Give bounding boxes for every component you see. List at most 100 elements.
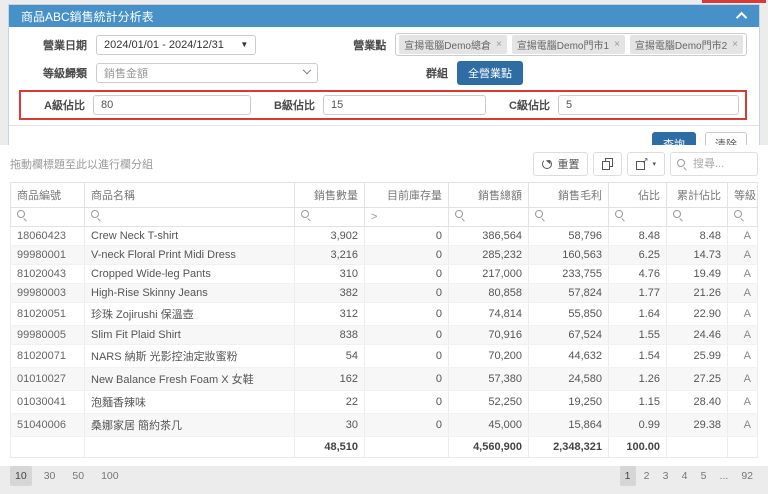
page-size-option[interactable]: 100	[96, 466, 124, 486]
search-icon	[91, 210, 102, 221]
page-number[interactable]: 1	[619, 466, 636, 486]
all-business-points-button[interactable]: 全營業點	[457, 61, 523, 85]
table-row[interactable]: 01030041 泡麵香辣味 22 0 52,250 19,250 1.15 28.40 A	[10, 390, 758, 414]
caret-down-icon: ▾	[652, 161, 656, 168]
table-row[interactable]: 99980001 V-neck Floral Print Midi Dress 3,…	[10, 245, 758, 265]
business-date-select[interactable]: 2024/01/01 - 2024/12/31 ▼	[96, 34, 257, 55]
cell: 160,563	[528, 245, 609, 265]
copy-button[interactable]	[593, 152, 623, 176]
cell: 80,858	[448, 283, 529, 303]
cell: 44,632	[528, 344, 609, 368]
cell: 99980003	[10, 283, 85, 303]
column-header[interactable]: 累計佔比	[666, 182, 728, 208]
cell: 52,250	[448, 390, 529, 414]
x-icon[interactable]: ×	[496, 39, 502, 50]
column-header[interactable]: 銷售毛利	[528, 182, 609, 208]
column-filter[interactable]	[84, 207, 295, 227]
page-number[interactable]: 92	[736, 466, 758, 486]
cell: 8.48	[666, 226, 728, 246]
business-point-tag: 宣揚電腦Demo門市1 ×	[511, 35, 625, 54]
table-row[interactable]: 81020071 NARS 納斯 光影控油定妝蜜粉 54 0 70,200 44,632 1…	[10, 344, 758, 368]
table-row[interactable]: 18060423 Crew Neck T-shirt 3,902 0 386,564 58…	[10, 226, 758, 246]
cell: 1.54	[608, 344, 667, 368]
cell: 桑娜家居 簡約茶几	[84, 413, 295, 437]
page-number[interactable]: 5	[696, 466, 712, 486]
business-date-label: 營業日期	[43, 39, 87, 52]
column-header[interactable]: 銷售數量	[294, 182, 365, 208]
page-title: 商品ABC銷售統計分析表	[21, 9, 154, 24]
page-number[interactable]: 2	[639, 466, 655, 486]
page-size-option[interactable]: 30	[39, 466, 61, 486]
column-header[interactable]: 佔比	[608, 182, 667, 208]
total-cell	[727, 436, 758, 458]
cell: 18060423	[10, 226, 85, 246]
total-cell	[364, 436, 449, 458]
products-table: 商品編號 商品名稱 銷售數量 目前庫存量 銷售總額 銷售毛利 佔比 累計佔比 等級 > 1806…	[10, 182, 758, 458]
b-ratio-input[interactable]	[323, 95, 486, 115]
cell: 01030041	[10, 390, 85, 414]
grid-search[interactable]	[670, 152, 758, 176]
cell: 29.38	[666, 413, 728, 437]
cell: 233,755	[528, 264, 609, 284]
column-filter[interactable]	[10, 207, 85, 227]
cell: 0	[364, 413, 449, 437]
pagination: 1 2 3 4 5... 92	[617, 466, 758, 486]
page-number[interactable]: 3	[658, 466, 674, 486]
column-filter[interactable]	[528, 207, 609, 227]
page-size-selector: 10 30 50 100	[10, 466, 131, 486]
level-classification-select[interactable]: 銷售金額	[96, 63, 318, 83]
page-size-option[interactable]: 10	[10, 466, 32, 486]
cell: 162	[294, 367, 365, 391]
reset-button[interactable]: 重置	[533, 152, 589, 176]
reset-label: 重置	[557, 159, 580, 171]
column-filter[interactable]	[294, 207, 365, 227]
cell: 0	[364, 245, 449, 265]
cell: 22	[294, 390, 365, 414]
cell: 310	[294, 264, 365, 284]
cell: 57,824	[528, 283, 609, 303]
page-number[interactable]: 4	[677, 466, 693, 486]
refresh-icon	[542, 159, 553, 169]
table-filter-row: >	[10, 207, 758, 227]
table-row[interactable]: 81020051 珍珠 Zojirushi 保溫壺 312 0 74,814 55,850…	[10, 302, 758, 326]
data-grid: 拖動欄標題至此以進行欄分組 重置 ▾ 商品編號商品名稱銷售數量目前庫存量銷售總額…	[0, 145, 768, 486]
column-filter[interactable]	[727, 207, 758, 227]
table-row[interactable]: 01010027 New Balance Fresh Foam X 女鞋 162 0 5…	[10, 367, 758, 391]
column-header[interactable]: 商品名稱	[84, 182, 295, 208]
column-filter[interactable]	[666, 207, 728, 227]
page-size-option[interactable]: 50	[67, 466, 89, 486]
x-icon[interactable]: ×	[732, 39, 738, 50]
c-ratio-input[interactable]	[558, 95, 739, 115]
search-icon	[673, 210, 684, 221]
cell: Crew Neck T-shirt	[84, 226, 295, 246]
column-filter[interactable]	[608, 207, 667, 227]
column-filter[interactable]: >	[364, 207, 449, 227]
business-point-tag: 宣揚電腦Demo門市2 ×	[629, 35, 743, 54]
cell: Cropped Wide-leg Pants	[84, 264, 295, 284]
a-ratio-input[interactable]	[93, 95, 251, 115]
column-header[interactable]: 等級	[727, 182, 758, 208]
filter-panel: 商品ABC銷售統計分析表 營業日期 2024/01/01 - 2024/12/3…	[8, 4, 760, 164]
cell: 0	[364, 226, 449, 246]
column-header[interactable]: 目前庫存量	[364, 182, 449, 208]
cell: 6.25	[608, 245, 667, 265]
table-row[interactable]: 51040006 桑娜家居 簡約茶几 30 0 45,000 15,864 0.99 29.3…	[10, 413, 758, 437]
business-point-tags[interactable]: 宣揚電腦Demo總倉 × 宣揚電腦Demo門市1 × 宣揚電腦Demo門市2 ×	[395, 33, 747, 56]
cell: 58,796	[528, 226, 609, 246]
cell: 21.26	[666, 283, 728, 303]
table-row[interactable]: 99980003 High-Rise Skinny Jeans 382 0 80,858…	[10, 283, 758, 303]
export-button[interactable]: ▾	[627, 152, 665, 176]
cell: 19,250	[528, 390, 609, 414]
cell: 8.48	[608, 226, 667, 246]
table-row[interactable]: 99980005 Slim Fit Plaid Shirt 838 0 70,916 67…	[10, 325, 758, 345]
cell: A	[727, 264, 758, 284]
search-input[interactable]	[693, 158, 751, 170]
cell: 99980005	[10, 325, 85, 345]
cell: New Balance Fresh Foam X 女鞋	[84, 367, 295, 391]
column-header[interactable]: 商品編號	[10, 182, 85, 208]
table-row[interactable]: 81020043 Cropped Wide-leg Pants 310 0 217,00…	[10, 264, 758, 284]
column-header[interactable]: 銷售總額	[448, 182, 529, 208]
x-icon[interactable]: ×	[614, 39, 620, 50]
search-icon	[734, 210, 745, 221]
column-filter[interactable]	[448, 207, 529, 227]
